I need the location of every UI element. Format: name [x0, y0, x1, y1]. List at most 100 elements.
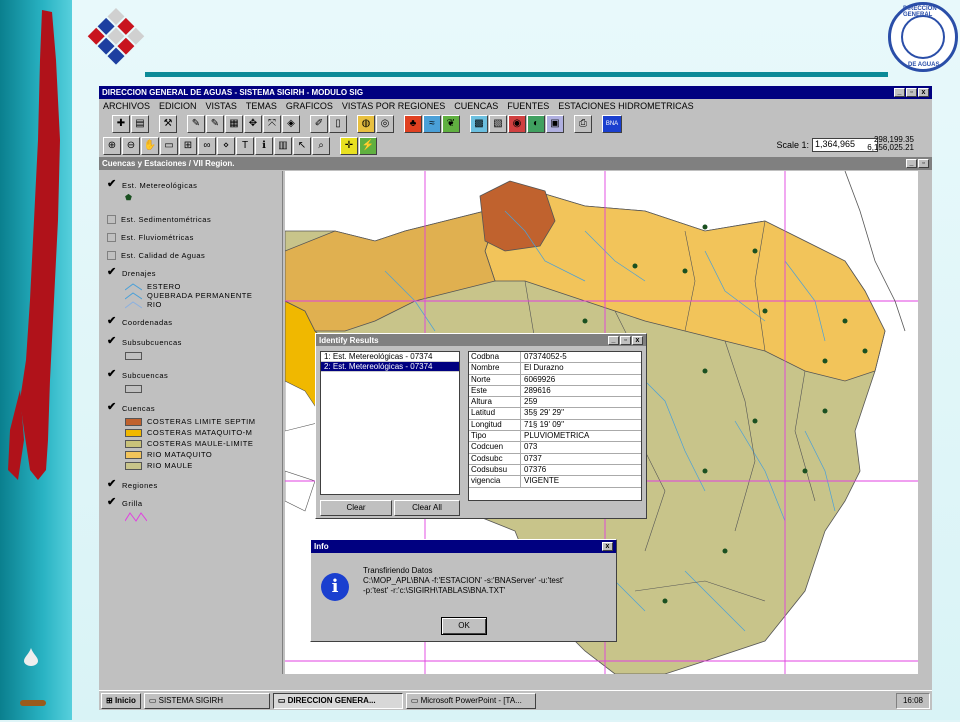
area-icon[interactable]: ▥ [274, 137, 292, 155]
legend-coordenadas[interactable]: ✔ Coordenadas [99, 313, 282, 331]
station-icon[interactable]: ♣ [404, 115, 422, 133]
river-icon[interactable]: ≈ [423, 115, 441, 133]
map2-icon[interactable]: ▧ [489, 115, 507, 133]
zoom-extent-icon[interactable]: ✥ [244, 115, 262, 133]
legend-cal[interactable]: Est. Calidad de Aguas [99, 246, 282, 264]
bna-button[interactable]: BNA [602, 115, 622, 133]
clear-button[interactable]: Clear [320, 500, 392, 516]
menu-edicion[interactable]: EDICION [159, 101, 197, 111]
menu-cuencas[interactable]: CUENCAS [454, 101, 498, 111]
pointer-icon[interactable]: ↖ [293, 137, 311, 155]
legend-flu[interactable]: Est. Fluviométricas [99, 228, 282, 246]
measure-icon[interactable]: ▭ [160, 137, 178, 155]
minimize-button[interactable]: _ [894, 88, 905, 97]
menu-fuentes[interactable]: FUENTES [507, 101, 549, 111]
hammer-icon[interactable]: ⚒ [159, 115, 177, 133]
legend-regiones[interactable]: ✔ Regiones [99, 476, 282, 494]
vertical-scrollbar[interactable] [918, 171, 932, 674]
map4-icon[interactable]: ◐ [527, 115, 545, 133]
vertex-icon[interactable]: ⋄ [217, 137, 235, 155]
checkbox[interactable] [107, 250, 116, 260]
legend-subcuencas[interactable]: ✔ Subcuencas [99, 366, 282, 384]
check-icon[interactable]: ✔ [107, 402, 117, 413]
legend-subsubcuencas[interactable]: ✔ Subsubcuencas [99, 333, 282, 351]
check-icon[interactable]: ✔ [107, 336, 117, 347]
check-icon[interactable]: ✔ [107, 369, 117, 380]
select-box-icon[interactable]: ▯ [329, 115, 347, 133]
menu-estaciones[interactable]: ESTACIONES HIDROMETRICAS [558, 101, 693, 111]
polygon-symbol [125, 461, 142, 470]
view-maximize-button[interactable]: ▫ [918, 159, 929, 168]
zoom-sel-icon[interactable]: ⊞ [179, 137, 197, 155]
print-setup-icon[interactable]: ▤ [131, 115, 149, 133]
identify-maximize-button[interactable]: ▫ [620, 335, 631, 345]
legend-met[interactable]: ✔ Est. Metereológicas [99, 177, 282, 193]
identify-minimize-button[interactable]: _ [608, 335, 619, 345]
basin-icon[interactable]: ◍ [357, 115, 375, 133]
identify-titlebar[interactable]: Identify Results _ ▫ x [316, 334, 646, 346]
menu-graficos[interactable]: GRAFICOS [286, 101, 333, 111]
window-titlebar[interactable]: DIRECCION GENERAL DE AGUAS - SISTEMA SIG… [99, 86, 932, 99]
table-row: Nombre El Durazno [469, 363, 641, 375]
list-item-selected[interactable]: 2: Est. Metereológicas - 07374 [321, 362, 459, 372]
start-button[interactable]: ⊞ Inicio [101, 692, 141, 709]
info-icon: i [321, 573, 349, 601]
pencil-icon[interactable]: ✐ [310, 115, 328, 133]
check-icon[interactable]: ✔ [107, 267, 117, 278]
ministry-logo [87, 8, 145, 65]
menu-vistas-regiones[interactable]: VISTAS POR REGIONES [342, 101, 445, 111]
edit-icon[interactable]: ✎ [187, 115, 205, 133]
legend-cuencas[interactable]: ✔ Cuencas [99, 399, 282, 417]
checkbox[interactable] [107, 214, 116, 224]
grid-icon[interactable]: ▦ [225, 115, 243, 133]
info-close-button[interactable]: x [602, 542, 613, 551]
task-direccion-general[interactable]: ▭ DIRECCION GENERA... [272, 692, 403, 709]
menu-vistas[interactable]: VISTAS [206, 101, 237, 111]
zoom-in-full-icon[interactable]: ⤧ [263, 115, 281, 133]
task-powerpoint[interactable]: ▭ Microsoft PowerPoint - [TA... [405, 692, 536, 709]
menu-archivos[interactable]: ARCHIVOS [103, 101, 150, 111]
checkbox[interactable] [107, 232, 116, 242]
crosshair-icon[interactable]: ✛ [340, 137, 358, 155]
view-titlebar[interactable]: Cuencas y Estaciones / VII Region. _ ▫ [99, 157, 932, 170]
coordinate-readout: 298,199.35 6,156,025.21 [867, 136, 914, 152]
plant-icon[interactable]: ❦ [442, 115, 460, 133]
check-icon[interactable]: ✔ [107, 479, 117, 490]
legend-label: Coordenadas [122, 317, 173, 327]
pan-icon[interactable]: ✋ [141, 137, 159, 155]
list-item[interactable]: 1: Est. Metereológicas - 07374 [321, 352, 459, 362]
ok-button[interactable]: OK [441, 617, 487, 635]
legend-sed[interactable]: Est. Sedimentométricas [99, 210, 282, 228]
identify-close-button[interactable]: x [632, 335, 643, 345]
close-button[interactable]: x [918, 88, 929, 97]
check-icon[interactable]: ✔ [107, 497, 117, 508]
zoom-prev-icon[interactable]: ◈ [282, 115, 300, 133]
map5-icon[interactable]: ▣ [546, 115, 564, 133]
task-sistema-sigirh[interactable]: ▭ SISTEMA SIGIRH [143, 692, 270, 709]
menu-temas[interactable]: TEMAS [246, 101, 277, 111]
hotlink-icon[interactable]: ⚡ [359, 137, 377, 155]
identify-icon[interactable]: ℹ [255, 137, 273, 155]
clear-all-button[interactable]: Clear All [394, 500, 460, 516]
maximize-button[interactable]: ▫ [906, 88, 917, 97]
edit2-icon[interactable]: ✎ [206, 115, 224, 133]
zoom-out-icon[interactable]: ⊖ [122, 137, 140, 155]
table-row: Codsubsu 07376 [469, 464, 641, 477]
binoculars-icon[interactable]: ∞ [198, 137, 216, 155]
query-icon[interactable]: ⌕ [312, 137, 330, 155]
text-icon[interactable]: T [236, 137, 254, 155]
printer-icon[interactable]: ⎙ [574, 115, 592, 133]
basin2-icon[interactable]: ◎ [376, 115, 394, 133]
task-label: DIRECCION GENERA... [287, 695, 376, 705]
check-icon[interactable]: ✔ [107, 316, 117, 327]
legend-drenajes[interactable]: ✔ Drenajes [99, 264, 282, 282]
check-icon[interactable]: ✔ [107, 179, 117, 190]
view-minimize-button[interactable]: _ [906, 159, 917, 168]
legend-grilla[interactable]: ✔ Grilla [99, 494, 282, 512]
info-titlebar[interactable]: Info x [311, 540, 616, 553]
zoom-in-icon[interactable]: ⊕ [103, 137, 121, 155]
table-row: Longitud 71§ 19' 09'' [469, 419, 641, 432]
map3-icon[interactable]: ◉ [508, 115, 526, 133]
map1-icon[interactable]: ▩ [470, 115, 488, 133]
save-icon[interactable]: ✚ [112, 115, 130, 133]
